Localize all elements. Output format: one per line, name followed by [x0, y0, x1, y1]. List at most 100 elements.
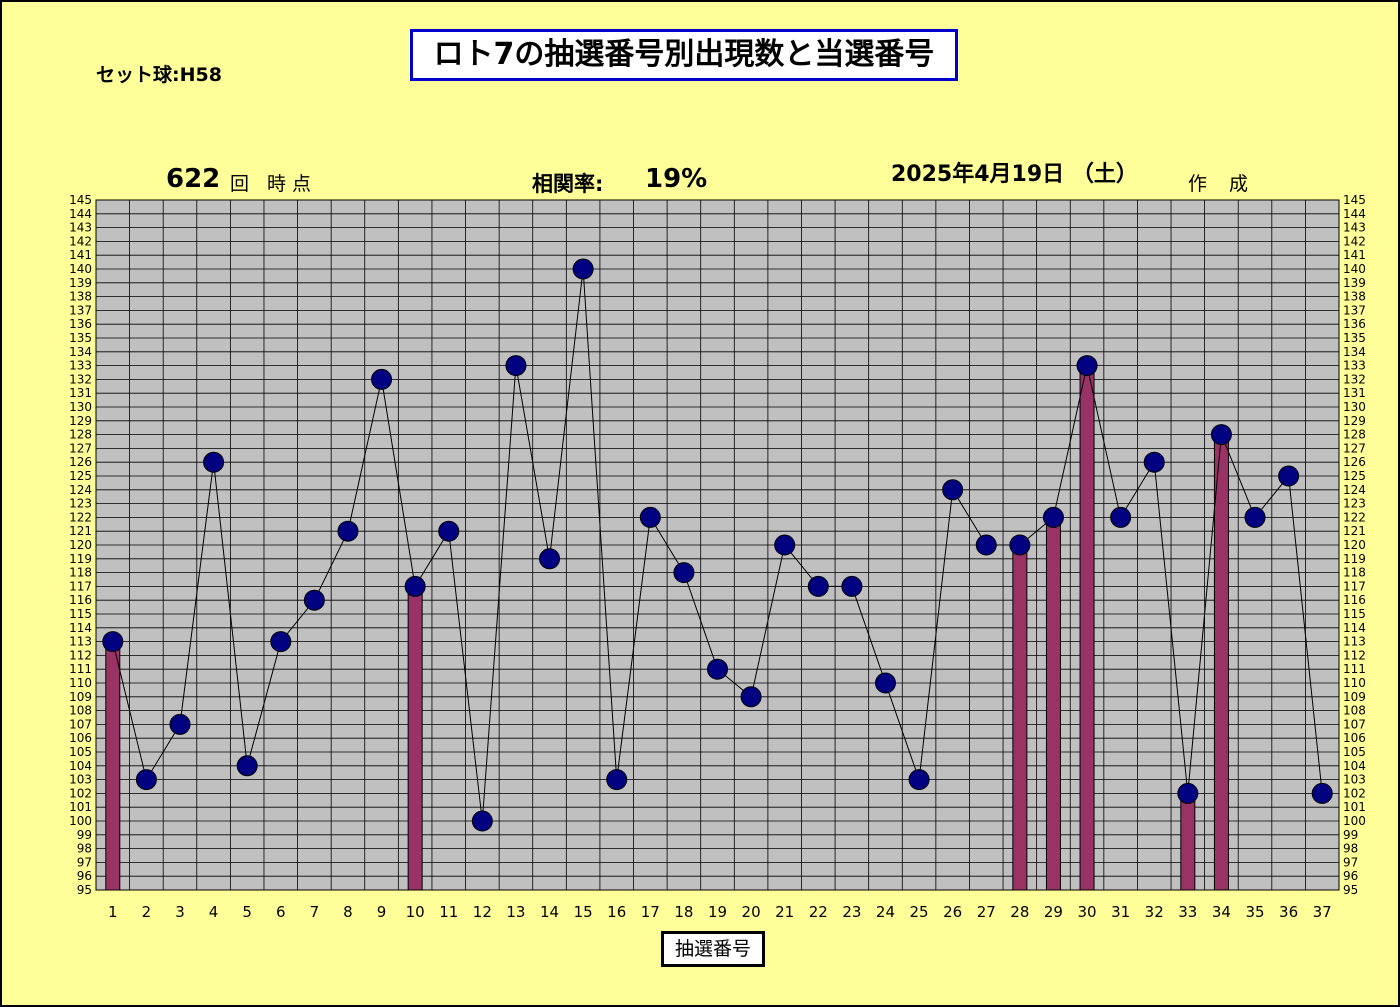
y-tick-label-right: 131: [1343, 386, 1366, 400]
frequency-point: [639, 506, 661, 528]
x-tick-label: 6: [276, 903, 286, 921]
y-tick-label-right: 134: [1343, 345, 1366, 359]
y-tick-label-left: 103: [69, 773, 92, 787]
y-tick-label-left: 117: [69, 579, 92, 593]
x-tick-label: 21: [775, 903, 794, 921]
x-tick-label: 11: [439, 903, 458, 921]
y-tick-label-left: 108: [69, 704, 92, 718]
y-tick-label-left: 104: [69, 759, 92, 773]
y-tick-label-right: 123: [1343, 497, 1366, 511]
x-tick-label: 12: [473, 903, 492, 921]
y-tick-label-left: 116: [69, 593, 92, 607]
y-tick-label-left: 124: [69, 483, 92, 497]
y-tick-label-left: 109: [69, 690, 92, 704]
y-tick-label-right: 95: [1343, 883, 1358, 897]
y-tick-label-right: 101: [1343, 800, 1366, 814]
frequency-point: [1076, 355, 1098, 377]
frequency-point: [975, 534, 997, 556]
y-tick-label-left: 112: [69, 648, 92, 662]
y-tick-label-right: 121: [1343, 524, 1366, 538]
y-tick-label-left: 135: [69, 331, 92, 345]
y-tick-label-left: 98: [77, 842, 92, 856]
frequency-point: [740, 686, 762, 708]
x-tick-label: 29: [1044, 903, 1063, 921]
x-tick-label: 26: [943, 903, 962, 921]
frequency-point: [1244, 506, 1266, 528]
y-tick-label-right: 125: [1343, 469, 1366, 483]
frequency-point: [908, 769, 930, 791]
y-tick-label-left: 113: [69, 635, 92, 649]
x-tick-label: 2: [142, 903, 152, 921]
x-tick-label: 33: [1178, 903, 1197, 921]
frequency-point: [572, 258, 594, 280]
y-tick-label-left: 101: [69, 800, 92, 814]
frequency-point: [505, 355, 527, 377]
y-tick-label-left: 126: [69, 455, 92, 469]
x-tick-label: 14: [540, 903, 559, 921]
y-tick-label-left: 137: [69, 303, 92, 317]
frequency-point: [539, 548, 561, 570]
y-tick-label-left: 127: [69, 441, 92, 455]
y-tick-label-right: 100: [1343, 814, 1366, 828]
y-tick-label-left: 138: [69, 290, 92, 304]
x-tick-label: 5: [242, 903, 252, 921]
y-tick-label-right: 144: [1343, 207, 1366, 221]
y-tick-label-right: 105: [1343, 745, 1366, 759]
x-tick-label: 31: [1111, 903, 1130, 921]
y-tick-label-left: 123: [69, 497, 92, 511]
y-tick-label-left: 96: [77, 869, 92, 883]
y-tick-label-left: 110: [69, 676, 92, 690]
y-tick-label-right: 133: [1343, 359, 1366, 373]
y-tick-label-left: 134: [69, 345, 92, 359]
y-tick-label-right: 124: [1343, 483, 1366, 497]
y-tick-label-left: 105: [69, 745, 92, 759]
frequency-point: [438, 520, 460, 542]
frequency-point: [673, 562, 695, 584]
frequency-point: [1042, 506, 1064, 528]
x-tick-label: 22: [809, 903, 828, 921]
x-tick-label: 25: [910, 903, 929, 921]
frequency-point: [203, 451, 225, 473]
y-tick-label-right: 132: [1343, 372, 1366, 386]
y-tick-label-left: 140: [69, 262, 92, 276]
y-tick-label-left: 95: [77, 883, 92, 897]
frequency-point: [270, 631, 292, 653]
y-tick-label-right: 138: [1343, 290, 1366, 304]
x-tick-label: 19: [708, 903, 727, 921]
frequency-point: [1311, 782, 1333, 804]
y-tick-label-right: 104: [1343, 759, 1366, 773]
y-tick-label-left: 129: [69, 414, 92, 428]
y-tick-label-right: 136: [1343, 317, 1366, 331]
y-tick-label-right: 103: [1343, 773, 1366, 787]
y-tick-label-right: 130: [1343, 400, 1366, 414]
y-tick-label-left: 107: [69, 717, 92, 731]
y-tick-label-left: 99: [77, 828, 92, 842]
frequency-point: [774, 534, 796, 556]
x-tick-label: 4: [209, 903, 219, 921]
y-tick-label-left: 100: [69, 814, 92, 828]
x-tick-label: 8: [343, 903, 353, 921]
frequency-point: [337, 520, 359, 542]
winning-bar: [407, 585, 423, 891]
y-tick-label-left: 143: [69, 221, 92, 235]
y-tick-label-left: 142: [69, 234, 92, 248]
winning-bar: [105, 641, 121, 891]
y-tick-label-right: 117: [1343, 579, 1366, 593]
x-tick-label: 36: [1279, 903, 1298, 921]
y-tick-label-right: 111: [1343, 662, 1366, 676]
y-tick-label-right: 129: [1343, 414, 1366, 428]
frequency-point: [807, 575, 829, 597]
x-tick-label: 35: [1245, 903, 1264, 921]
winning-bar: [1180, 792, 1196, 891]
frequency-point: [707, 658, 728, 680]
y-tick-label-right: 119: [1343, 552, 1366, 566]
x-tick-label: 28: [1010, 903, 1029, 921]
y-tick-label-left: 115: [69, 607, 92, 621]
y-tick-label-right: 139: [1343, 276, 1366, 290]
y-tick-label-right: 120: [1343, 538, 1366, 552]
y-tick-label-right: 99: [1343, 828, 1358, 842]
y-tick-label-right: 110: [1343, 676, 1366, 690]
winning-bar: [1079, 365, 1095, 891]
frequency-point: [942, 479, 964, 501]
y-tick-label-left: 133: [69, 359, 92, 373]
